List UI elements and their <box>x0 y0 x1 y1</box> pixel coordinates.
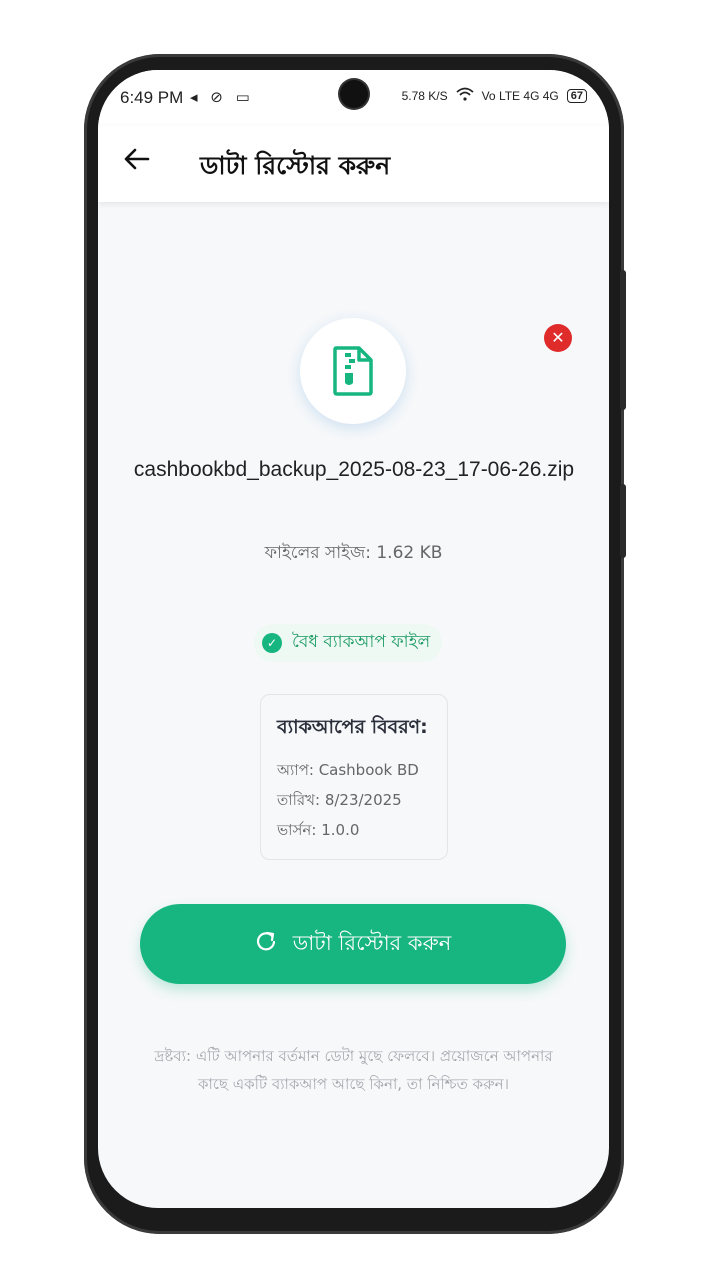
valid-backup-badge: ✓ বৈধ ব্যাকআপ ফাইল <box>254 624 443 662</box>
status-right-icons: 5.78 K/S Vo LTE 4G 4G 67 <box>402 87 587 104</box>
file-name: cashbookbd_backup_2025-08-23_17-06-26.zi… <box>133 458 575 481</box>
details-version: ভার্সন: 1.0.0 <box>277 821 360 839</box>
restore-data-button[interactable]: ডাটা রিস্টোর করুন <box>140 904 566 984</box>
camera-cutout <box>340 80 368 108</box>
page-title: ডাটা রিস্টোর করুন <box>200 151 391 180</box>
details-date: তারিখ: 8/23/2025 <box>277 791 402 809</box>
screen: 6:49 PM ◂ ⊘ ▭ 5.78 K/S Vo LTE 4G 4G 67 ড… <box>98 70 609 1208</box>
check-circle-icon: ✓ <box>262 633 282 653</box>
power-button <box>620 484 626 558</box>
wifi-icon <box>456 87 474 104</box>
warning-note: দ্রষ্টব্য: এটি আপনার বর্তমান ডেটা মুছে ফ… <box>154 1047 553 1093</box>
back-arrow-icon[interactable] <box>122 144 158 180</box>
battery-icon: 67 <box>566 88 587 103</box>
net-speed: 5.78 K/S <box>401 88 448 103</box>
notification-icons: ◂ ⊘ ▭ <box>190 88 254 106</box>
volume-button <box>620 270 626 410</box>
app-bar: ডাটা রিস্টোর করুন <box>98 126 609 202</box>
details-title: ব্যাকআপের বিবরণ: <box>277 716 428 738</box>
valid-backup-label: বৈধ ব্যাকআপ ফাইল <box>292 632 431 652</box>
remove-file-button[interactable]: ✕ <box>544 324 572 352</box>
status-bar: 6:49 PM ◂ ⊘ ▭ 5.78 K/S Vo LTE 4G 4G 67 <box>98 70 609 126</box>
zip-file-icon <box>333 346 373 396</box>
file-icon-circle <box>300 318 406 424</box>
details-app: অ্যাপ: Cashbook BD <box>277 761 419 779</box>
refresh-icon <box>255 930 277 958</box>
restore-button-label: ডাটা রিস্টোর করুন <box>292 930 452 955</box>
signal-icons: Vo LTE 4G 4G <box>481 88 559 103</box>
status-time: 6:49 PM <box>120 88 184 107</box>
backup-details-card: ব্যাকআপের বিবরণ: অ্যাপ: Cashbook BD তারি… <box>260 694 448 860</box>
file-size: ফাইলের সাইজ: 1.62 KB <box>264 543 443 563</box>
